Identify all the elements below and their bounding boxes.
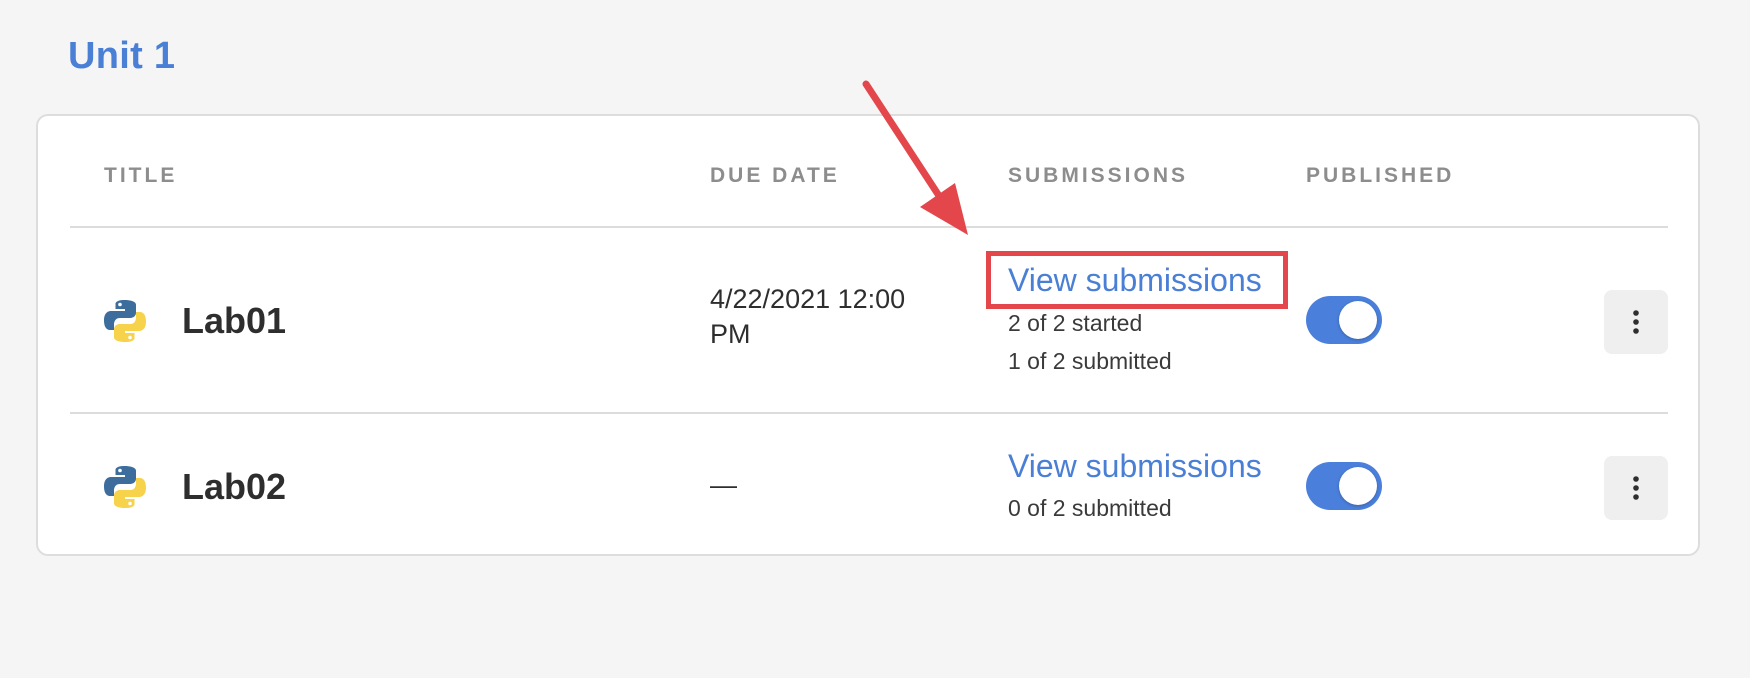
assignment-title[interactable]: Lab02 — [182, 465, 286, 509]
due-date: 4/22/2021 12:00 PM — [710, 282, 960, 352]
toggle-knob — [1339, 301, 1377, 339]
published-toggle[interactable] — [1306, 462, 1382, 510]
python-icon — [104, 300, 146, 342]
more-options-button[interactable] — [1604, 290, 1668, 354]
assignments-card: TITLE DUE DATE SUBMISSIONS PUBLISHED Lab… — [36, 114, 1700, 556]
column-header-submissions: SUBMISSIONS — [1008, 164, 1189, 187]
python-icon — [104, 466, 146, 508]
vertical-dots-icon — [1633, 476, 1639, 500]
due-date: — — [710, 468, 960, 503]
row-divider — [70, 412, 1668, 414]
column-header-published: PUBLISHED — [1306, 164, 1455, 187]
unit-title: Unit 1 — [68, 35, 176, 77]
published-toggle[interactable] — [1306, 296, 1382, 344]
started-count: 2 of 2 started — [1008, 310, 1143, 336]
header-divider — [70, 226, 1668, 228]
due-date-line: PM — [710, 319, 751, 349]
assignment-title[interactable]: Lab01 — [182, 299, 286, 343]
submitted-count: 1 of 2 submitted — [1008, 348, 1172, 374]
due-date-line: 4/22/2021 12:00 — [710, 284, 906, 314]
view-submissions-link[interactable]: View submissions — [1008, 446, 1262, 486]
view-submissions-link[interactable]: View submissions — [1008, 260, 1262, 300]
more-options-button[interactable] — [1604, 456, 1668, 520]
vertical-dots-icon — [1633, 310, 1639, 334]
due-date-line: — — [710, 470, 737, 500]
column-header-due-date: DUE DATE — [710, 164, 840, 187]
toggle-knob — [1339, 467, 1377, 505]
column-header-title: TITLE — [104, 164, 178, 187]
submitted-count: 0 of 2 submitted — [1008, 495, 1172, 521]
